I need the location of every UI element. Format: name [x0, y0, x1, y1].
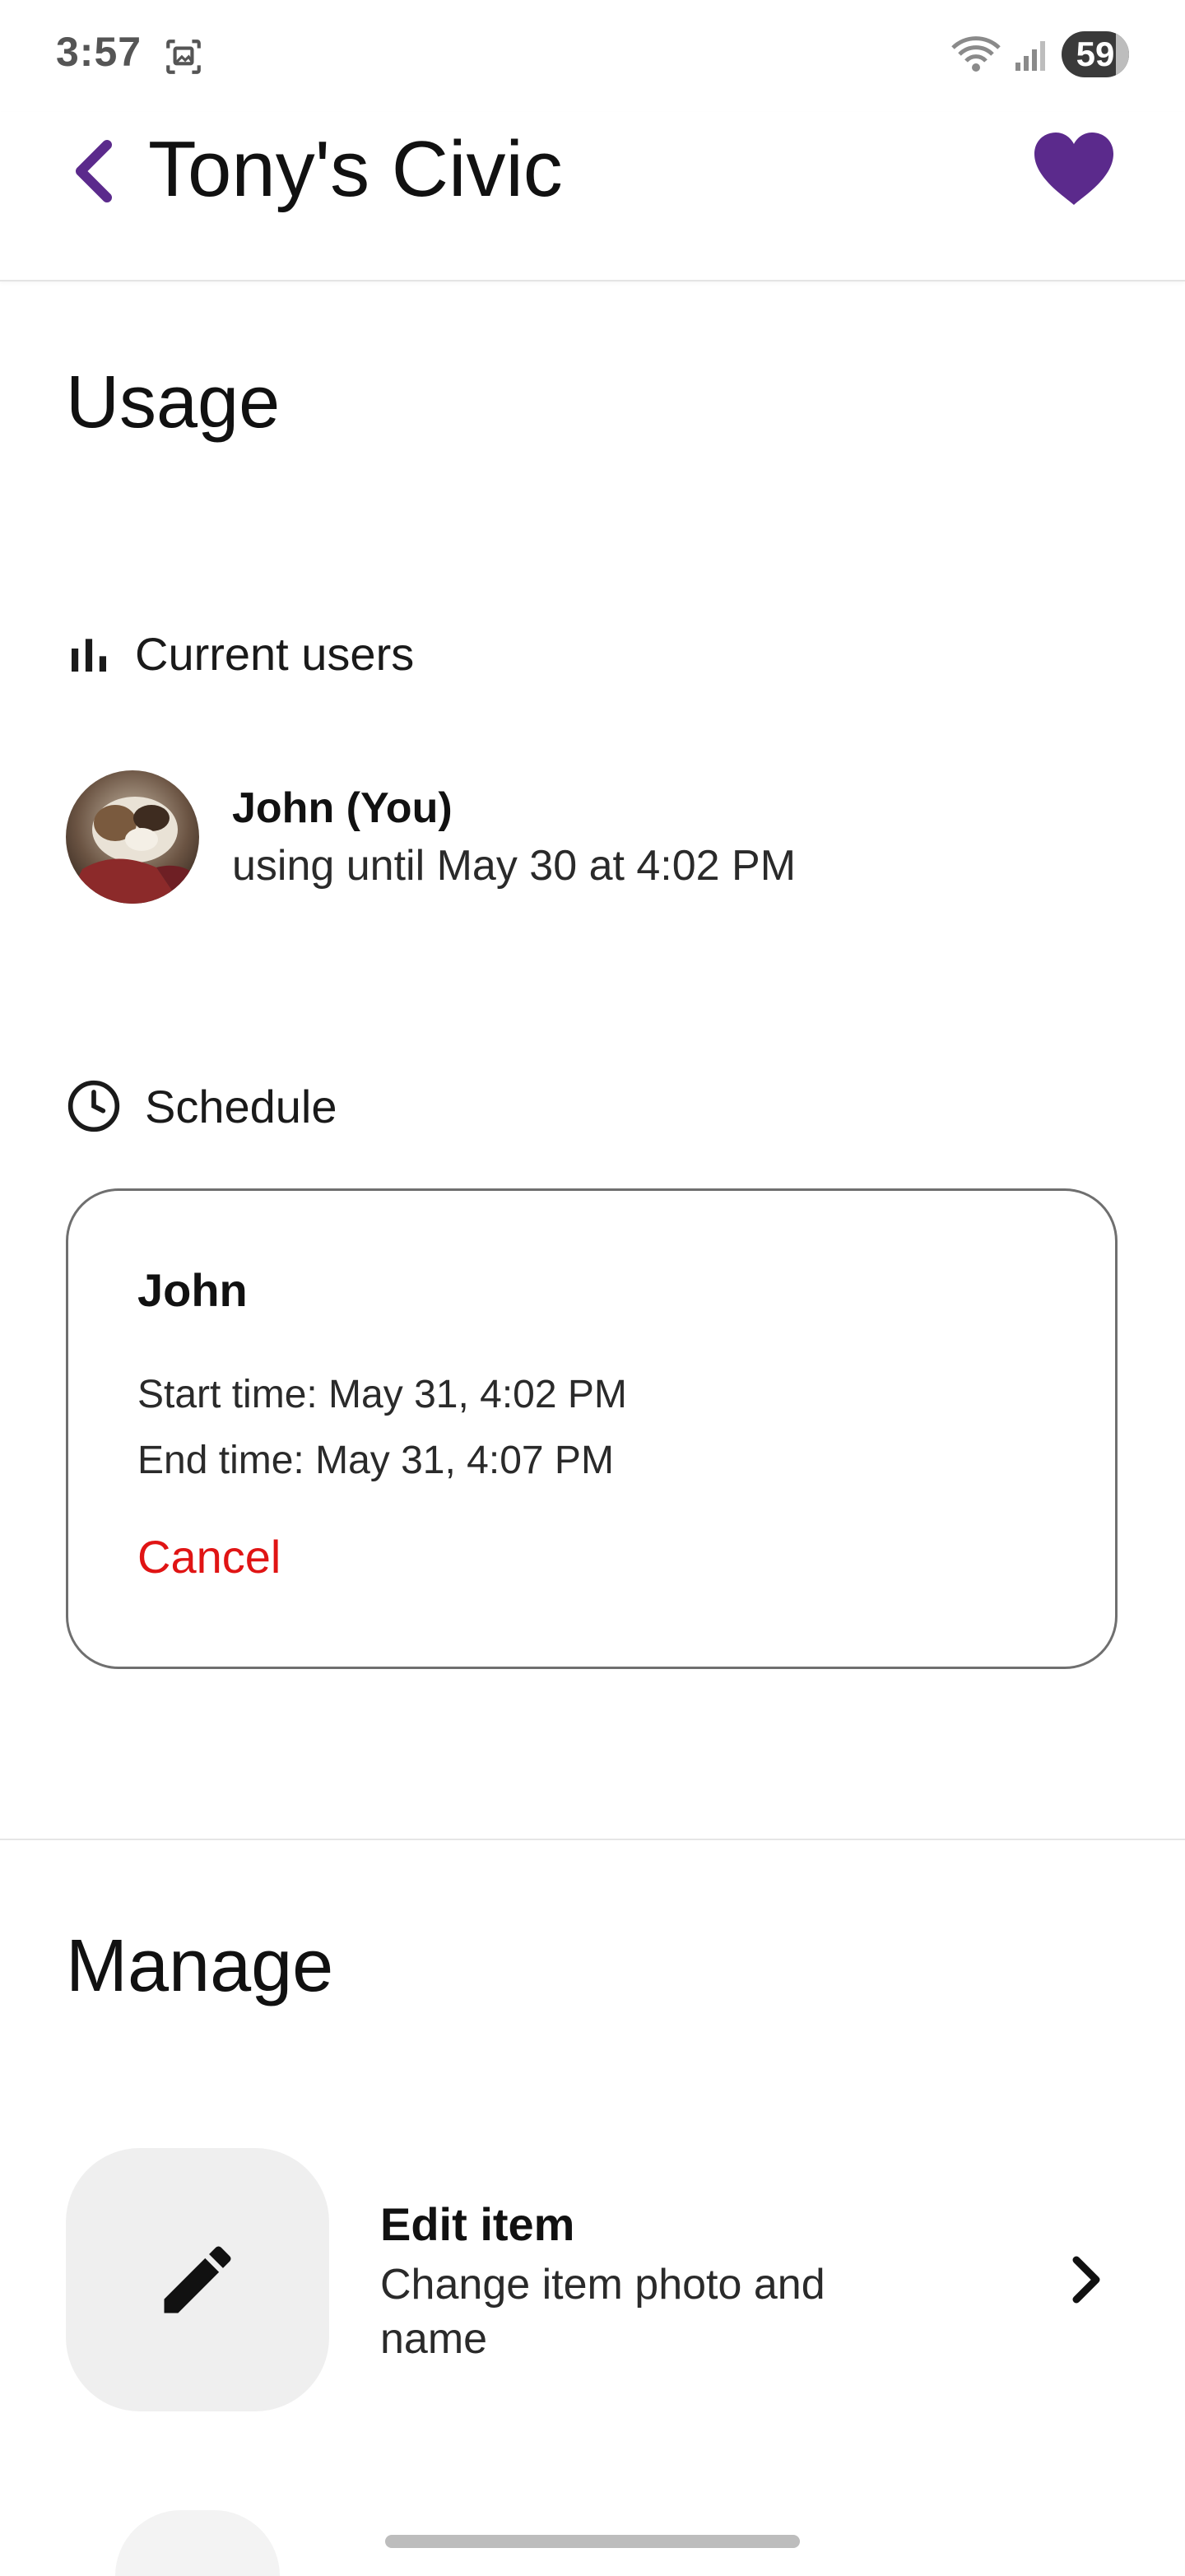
chevron-left-icon — [76, 140, 112, 202]
bar-chart-icon — [72, 638, 106, 672]
status-bar: 3:57 59 — [0, 0, 1185, 112]
battery-level: 59 — [1076, 35, 1115, 73]
avatar — [66, 770, 199, 904]
back-button[interactable] — [59, 138, 125, 204]
schedule-user-name: John — [137, 1264, 248, 1316]
user-status: using until May 30 at 4:02 PM — [232, 842, 797, 890]
pencil-icon — [164, 2246, 231, 2313]
app-bar: Tony's Civic — [0, 112, 1185, 281]
edit-item-description: Change item photo and name — [380, 2261, 825, 2363]
status-icons: 59 — [950, 30, 1129, 79]
edit-item-title: Edit item — [380, 2198, 575, 2250]
schedule-start-time: Start time: May 31, 4:02 PM — [137, 1373, 627, 1416]
heart-icon — [1034, 133, 1113, 205]
edit-item-row[interactable]: Edit item Change item photo and name — [66, 2148, 1127, 2411]
section-divider — [0, 1839, 1185, 1840]
page-title: Tony's Civic — [148, 125, 563, 213]
signal-icon — [1015, 41, 1045, 71]
home-indicator[interactable] — [385, 2535, 800, 2548]
schedule-end-time: End time: May 31, 4:07 PM — [137, 1439, 614, 1482]
usage-title: Usage — [66, 361, 281, 444]
schedule-label: Schedule — [145, 1080, 337, 1132]
current-user-row: John (You) using until May 30 at 4:02 PM — [66, 770, 796, 904]
favorite-button[interactable] — [1029, 123, 1119, 214]
next-item-peek — [115, 2510, 280, 2576]
schedule-header: Schedule — [66, 1078, 337, 1134]
status-time: 3:57 — [56, 29, 142, 75]
chevron-right-icon — [1045, 2239, 1127, 2321]
wifi-icon — [951, 36, 1001, 72]
user-name: John (You) — [232, 784, 453, 832]
current-users-header: Current users — [66, 627, 414, 681]
screenshot-icon — [166, 40, 201, 74]
battery-indicator: 59 — [1062, 31, 1129, 77]
manage-title: Manage — [66, 1925, 334, 2007]
edit-item-icon-box — [66, 2148, 329, 2411]
clock-icon — [67, 1080, 120, 1132]
current-users-label: Current users — [135, 628, 415, 680]
schedule-card: John Start time: May 31, 4:02 PM End tim… — [66, 1188, 1118, 1669]
current-user-info: John (You) using until May 30 at 4:02 PM — [232, 783, 796, 890]
edit-item-text: Edit item Change item photo and name — [380, 2197, 841, 2366]
cancel-button[interactable]: Cancel — [137, 1530, 281, 1583]
